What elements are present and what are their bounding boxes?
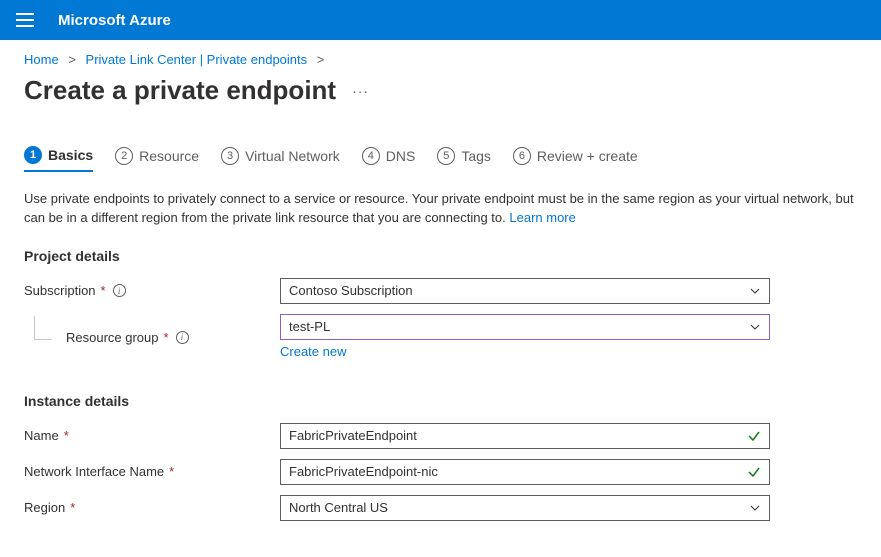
wizard-tabs: 1 Basics 2 Resource 3 Virtual Network 4 … — [24, 146, 857, 172]
intro-body: Use private endpoints to privately conne… — [24, 191, 854, 225]
chevron-down-icon — [749, 321, 761, 333]
required-asterisk: * — [64, 428, 69, 443]
menu-icon[interactable] — [16, 13, 34, 27]
resource-group-value: test-PL — [289, 319, 330, 334]
learn-more-link[interactable]: Learn more — [509, 210, 575, 225]
tab-dns[interactable]: 4 DNS — [362, 146, 416, 172]
subscription-label: Subscription — [24, 283, 96, 298]
tab-label: Virtual Network — [245, 148, 340, 164]
tab-label: DNS — [386, 148, 416, 164]
tab-number-badge: 5 — [437, 147, 455, 165]
required-asterisk: * — [70, 500, 75, 515]
region-value: North Central US — [289, 500, 388, 515]
name-label: Name — [24, 428, 59, 443]
tab-tags[interactable]: 5 Tags — [437, 146, 491, 172]
tab-number-badge: 6 — [513, 147, 531, 165]
tab-resource[interactable]: 2 Resource — [115, 146, 199, 172]
tab-number-badge: 4 — [362, 147, 380, 165]
region-select[interactable]: North Central US — [280, 495, 770, 521]
info-icon[interactable]: i — [176, 331, 189, 344]
tab-review-create[interactable]: 6 Review + create — [513, 146, 638, 172]
nic-input[interactable]: FabricPrivateEndpoint-nic — [280, 459, 770, 485]
name-input[interactable]: FabricPrivateEndpoint — [280, 423, 770, 449]
tab-label: Tags — [461, 148, 491, 164]
tab-label: Resource — [139, 148, 199, 164]
resource-group-select[interactable]: test-PL — [280, 314, 770, 340]
required-asterisk: * — [169, 464, 174, 479]
required-asterisk: * — [101, 283, 106, 298]
chevron-down-icon — [749, 285, 761, 297]
page-title: Create a private endpoint — [24, 75, 336, 106]
create-new-link[interactable]: Create new — [280, 344, 346, 359]
breadcrumb-link-center[interactable]: Private Link Center | Private endpoints — [86, 52, 308, 67]
check-icon — [747, 429, 761, 443]
nic-value: FabricPrivateEndpoint-nic — [289, 464, 438, 479]
tab-label: Basics — [48, 147, 93, 163]
brand-label: Microsoft Azure — [58, 12, 171, 29]
breadcrumb: Home > Private Link Center | Private end… — [24, 52, 857, 67]
tab-number-badge: 2 — [115, 147, 133, 165]
region-label: Region — [24, 500, 65, 515]
tree-indent-marker — [34, 316, 52, 340]
more-actions-button[interactable]: ··· — [352, 83, 369, 99]
info-icon[interactable]: i — [113, 284, 126, 297]
tab-label: Review + create — [537, 148, 638, 164]
tab-basics[interactable]: 1 Basics — [24, 146, 93, 172]
subscription-select[interactable]: Contoso Subscription — [280, 278, 770, 304]
nic-label: Network Interface Name — [24, 464, 164, 479]
tab-number-badge: 1 — [24, 146, 42, 164]
required-asterisk: * — [164, 330, 169, 345]
intro-text: Use private endpoints to privately conne… — [24, 190, 857, 228]
chevron-right-icon: > — [317, 52, 325, 67]
chevron-down-icon — [749, 502, 761, 514]
chevron-right-icon: > — [68, 52, 76, 67]
breadcrumb-home[interactable]: Home — [24, 52, 59, 67]
tab-number-badge: 3 — [221, 147, 239, 165]
tab-virtual-network[interactable]: 3 Virtual Network — [221, 146, 340, 172]
check-icon — [747, 465, 761, 479]
resource-group-label: Resource group — [66, 330, 159, 345]
project-details-heading: Project details — [24, 248, 857, 264]
instance-details-heading: Instance details — [24, 393, 857, 409]
name-value: FabricPrivateEndpoint — [289, 428, 417, 443]
subscription-value: Contoso Subscription — [289, 283, 413, 298]
